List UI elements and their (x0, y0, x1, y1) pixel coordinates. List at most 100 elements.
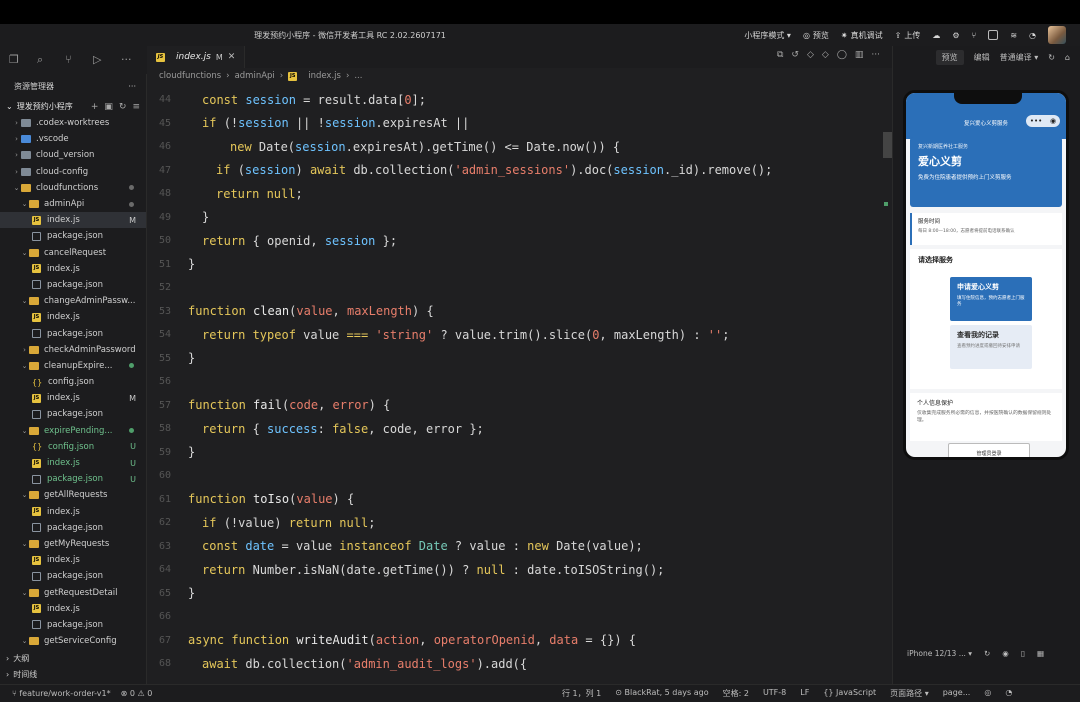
tree-item[interactable]: package.json (0, 568, 146, 584)
tree-item[interactable]: › .codex-worktrees (0, 115, 146, 131)
tree-item[interactable]: package.json (0, 406, 146, 422)
project-root[interactable]: ⌄ 理发预约小程序 + ▣ ↻ ≡ (0, 98, 146, 115)
outline-section[interactable]: › 大纲 (0, 650, 146, 666)
tree-item[interactable]: JS index.js (0, 552, 146, 568)
explorer-more-button[interactable]: ··· (128, 82, 136, 91)
cursor-position[interactable]: 行 1，列 1 (562, 688, 601, 699)
more-actions-icon[interactable]: ··· (871, 50, 880, 60)
encoding-status[interactable]: UTF-8 (763, 688, 786, 699)
tree-item[interactable]: ⌄ getMyRequests (0, 536, 146, 552)
avatar[interactable] (1048, 26, 1066, 44)
tree-item[interactable]: ⌄ getRequestDetail (0, 584, 146, 600)
eol-status[interactable]: LF (800, 688, 809, 699)
code-editor[interactable]: 44 const session = result.data[0]; 45 if (!… (147, 84, 892, 684)
close-circle-icon[interactable]: ◉ (1050, 117, 1056, 125)
breadcrumb-item[interactable]: index.js (308, 71, 341, 81)
tree-item[interactable]: package.json (0, 617, 146, 633)
capsule-menu[interactable]: ••• ◉ (1026, 115, 1060, 127)
refresh-icon[interactable]: ↻ (1048, 53, 1055, 62)
compare-icon[interactable]: ⧉ (777, 50, 783, 60)
tree-item[interactable]: › cloud-config (0, 164, 146, 180)
menu-dots-icon[interactable]: ••• (1030, 117, 1042, 125)
layout-icon[interactable] (988, 30, 999, 40)
tree-item[interactable]: JS index.js M (0, 212, 146, 229)
compile-select[interactable]: 普通编译 ▾ (1000, 52, 1039, 63)
prev-change-icon[interactable]: ◇ (807, 50, 814, 60)
language-status[interactable]: {} JavaScript (823, 688, 876, 699)
tree-item[interactable]: package.json (0, 325, 146, 341)
tree-item[interactable]: JS index.js (0, 504, 146, 520)
tree-item[interactable]: JS index.js (0, 309, 146, 325)
branch-status[interactable]: ⑂ feature/work-order-v1* (12, 689, 111, 698)
source-control-icon[interactable]: ⑂ (65, 54, 77, 66)
rotate-icon[interactable]: ↻ (984, 649, 990, 658)
record-icon[interactable]: ◉ (1002, 649, 1009, 658)
tab-index-js[interactable]: JS index.js M ✕ (147, 46, 246, 68)
close-icon[interactable]: ✕ (228, 52, 236, 62)
admin-login-button[interactable]: 管理员登录 (948, 443, 1030, 457)
tree-item[interactable]: › checkAdminPassword (0, 342, 146, 358)
tree-item[interactable]: JS index.js (0, 601, 146, 617)
breadcrumb-item[interactable]: cloudfunctions (159, 71, 221, 81)
page-path-select[interactable]: 页面路径 ▾ (890, 688, 929, 699)
preview-button[interactable]: ◎ 预览 (803, 30, 829, 41)
refresh-icon[interactable]: ↻ (119, 102, 127, 112)
sim-preview-button[interactable]: 预览 (935, 49, 964, 65)
next-change-icon[interactable]: ◇ (822, 50, 829, 60)
grid-icon[interactable]: ▦ (1037, 649, 1044, 658)
search-icon[interactable]: ⌕ (37, 54, 49, 66)
step-icon[interactable]: ↺ (791, 50, 799, 60)
blame-status[interactable]: ⊙ BlackRat, 5 days ago (615, 688, 708, 699)
collapse-icon[interactable]: ≡ (132, 102, 140, 112)
branch-icon[interactable]: ⑂ (972, 31, 977, 40)
editor-scrollbar[interactable] (883, 132, 892, 158)
my-records-button[interactable]: 查看我的记录 查看预约进度或撤回待安排申请 (950, 325, 1032, 369)
tree-item[interactable]: ⌄ getAllRequests (0, 487, 146, 503)
circle-icon[interactable]: ◯ (837, 50, 847, 60)
new-folder-icon[interactable]: ▣ (104, 102, 113, 112)
debug-icon[interactable]: ▷ (93, 54, 105, 66)
problems-status[interactable]: ⊗ 0 ⚠ 0 (121, 689, 153, 698)
tree-item[interactable]: › cloud_version (0, 147, 146, 163)
cloud-icon[interactable]: ☁ (932, 31, 940, 40)
tree-item[interactable]: package.json (0, 520, 146, 536)
tree-item[interactable]: ⌄ adminApi (0, 196, 146, 212)
tree-item[interactable]: {} config.json U (0, 439, 146, 455)
clear-icon[interactable]: ⌂ (1065, 53, 1070, 62)
upload-button[interactable]: ⇪ 上传 (895, 30, 921, 41)
files-icon[interactable]: ❐ (9, 54, 21, 66)
tree-item[interactable]: package.json U (0, 471, 146, 487)
page-status[interactable]: page... (943, 688, 971, 699)
device-select[interactable]: iPhone 12/13 ... ▾ (907, 649, 972, 658)
new-file-icon[interactable]: + (91, 102, 99, 112)
bell-icon[interactable]: ◔ (1005, 688, 1012, 699)
tree-item[interactable]: › .vscode (0, 131, 146, 147)
breadcrumb-item[interactable]: adminApi (235, 71, 275, 81)
split-icon[interactable]: ▥ (855, 50, 864, 60)
tree-item[interactable]: JS index.js (0, 261, 146, 277)
tree-item[interactable]: ⌄ cleanupExpire... (0, 358, 146, 374)
tools-icon[interactable]: ≋ (1010, 31, 1017, 40)
indent-status[interactable]: 空格: 2 (723, 688, 749, 699)
breadcrumb-item[interactable]: ... (354, 71, 362, 81)
tree-item[interactable]: ⌄ cancelRequest (0, 245, 146, 261)
eye-icon[interactable]: ◎ (984, 688, 991, 699)
tree-item[interactable]: ⌄ changeAdminPassw... (0, 293, 146, 309)
apply-service-button[interactable]: 申请爱心义剪 填写住院信息，预约志愿者上门服务 (950, 277, 1032, 321)
settings-icon[interactable]: ⚙ (952, 31, 959, 40)
tree-item[interactable]: JS index.js M (0, 390, 146, 406)
tree-item[interactable]: package.json (0, 228, 146, 244)
mode-select[interactable]: 小程序模式 ▾ (744, 30, 791, 41)
tree-item[interactable]: package.json (0, 277, 146, 293)
sim-edit-button[interactable]: 编辑 (974, 52, 990, 63)
phone-icon[interactable]: ▯ (1021, 649, 1025, 658)
bell-icon[interactable]: ◔ (1029, 31, 1036, 40)
tree-item[interactable]: ⌄ cloudfunctions (0, 180, 146, 196)
more-icon[interactable]: ··· (121, 54, 133, 66)
tree-item[interactable]: ⌄ expirePending... (0, 423, 146, 439)
tree-item[interactable]: ⌄ getServiceConfig (0, 633, 146, 649)
timeline-section[interactable]: › 时间线 (0, 666, 146, 682)
real-debug-button[interactable]: ✷ 真机调试 (841, 30, 883, 41)
tree-item[interactable]: JS index.js U (0, 455, 146, 471)
tree-item[interactable]: {} config.json (0, 374, 146, 390)
